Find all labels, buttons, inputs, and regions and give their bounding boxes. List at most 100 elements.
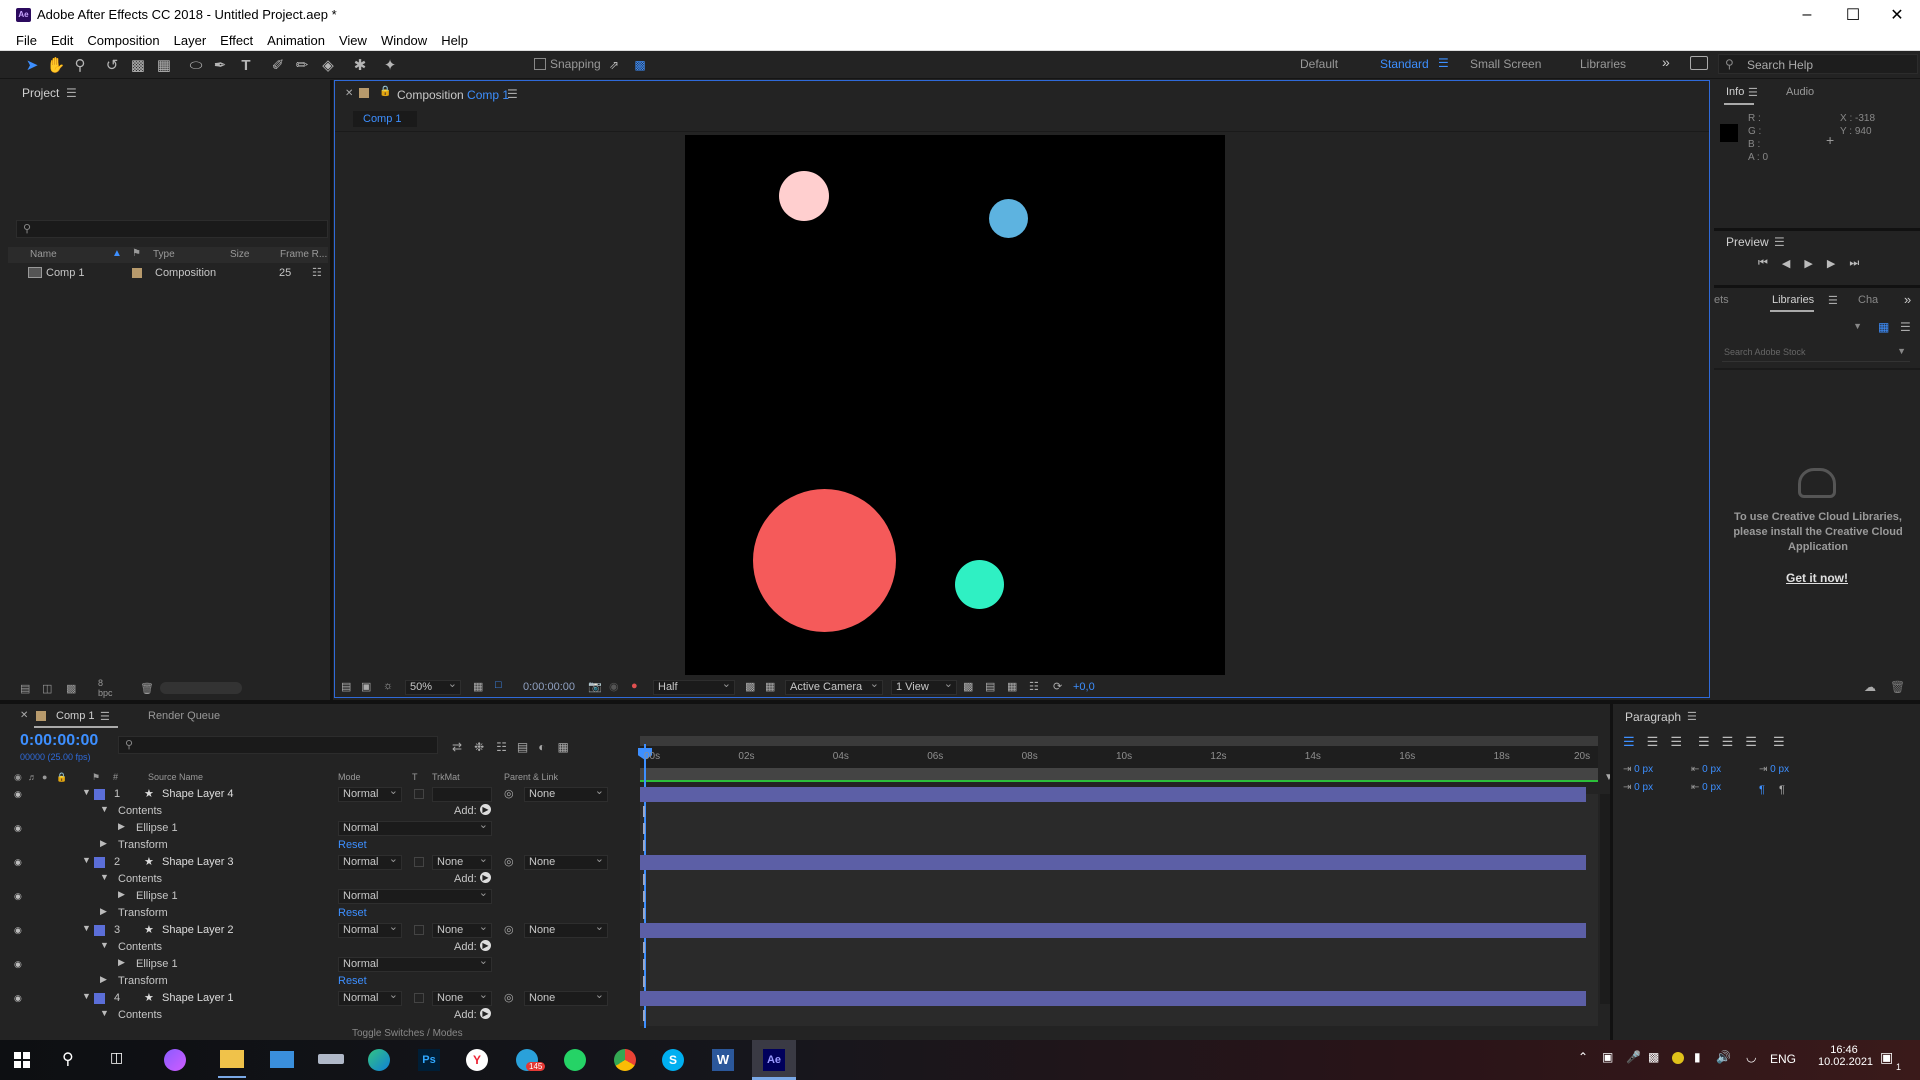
resolution-dropdown[interactable]: Half [653,678,735,695]
microphone-icon[interactable]: 🎤 [1626,1050,1641,1064]
get-it-now-link[interactable]: Get it now! [1714,571,1920,585]
first-line-indent-field[interactable]: ⇥ 0 px [1623,782,1653,793]
exposure-value[interactable]: +0,0 [1073,681,1095,693]
preserve-transparency-checkbox[interactable] [414,925,424,935]
skype-icon[interactable]: S [662,1049,684,1071]
zoom-dropdown[interactable]: 50% [405,678,461,695]
transform-row[interactable]: ▶ Transform Reset [8,837,628,854]
pen-tool-icon[interactable]: ✒ [208,53,232,77]
edge-icon[interactable] [368,1049,390,1071]
ellipse-tool-icon[interactable]: ⬭ [184,53,208,77]
preview-title[interactable]: Preview [1726,235,1769,249]
label-color-swatch[interactable] [94,857,105,868]
word-icon[interactable]: W [712,1049,734,1071]
layer-duration-bar[interactable] [640,855,1586,870]
sort-ascending-icon[interactable]: ▲ [112,248,122,259]
ellipse-row[interactable]: ◉ ▶ Ellipse 1 Normal [8,955,628,973]
trkmat-header[interactable]: TrkMat [432,772,460,782]
3d-renderer-icon[interactable]: ▤ [985,680,995,693]
menu-edit[interactable]: Edit [44,30,80,51]
brush-tool-icon[interactable]: ✐ [266,53,290,77]
views-dropdown[interactable]: 1 View [891,678,957,695]
justify-last-right-icon[interactable]: ☰ [1745,734,1757,750]
color-channels-icon[interactable]: ● [631,680,638,692]
panel-menu-icon[interactable]: ☰ [66,86,77,100]
justify-last-left-icon[interactable]: ☰ [1698,734,1710,750]
expand-triangle-icon[interactable]: ▼ [100,872,109,882]
reset-link[interactable]: Reset [338,907,367,919]
ltr-direction-icon[interactable]: ¶ [1759,784,1765,796]
maximize-icon[interactable]: ☐ [1830,0,1876,30]
flowchart-icon[interactable]: ☷ [312,266,322,279]
eye-icon[interactable]: ◉ [14,925,26,935]
whatsapp-icon[interactable] [564,1049,586,1071]
expand-triangle-icon[interactable]: ▼ [100,1008,109,1018]
photoshop-icon[interactable]: Ps [418,1049,440,1071]
blue-circle[interactable] [989,199,1028,238]
monitor-icon[interactable]: ▣ [361,680,371,693]
interpret-footage-icon[interactable]: ▤ [20,682,30,695]
region-of-interest-icon[interactable]: □ [495,679,502,691]
paragraph-title[interactable]: Paragraph [1625,710,1681,724]
layer-duration-bar[interactable] [640,923,1586,938]
transform-row[interactable]: ▶ Transform Reset [8,973,628,990]
solo-header-icon[interactable]: ● [42,772,47,782]
transparency-grid-icon[interactable]: ▦ [765,680,775,693]
layer-row[interactable]: ◉ ▼ 1 ★ Shape Layer 4 Normal ◎ None [8,785,628,803]
tab-audio[interactable]: Audio [1786,86,1814,98]
workspace-libraries[interactable]: Libraries [1580,57,1626,71]
language-indicator[interactable]: ENG [1770,1052,1796,1066]
t-header[interactable]: T [412,772,418,782]
composition-tab[interactable]: Composition Comp 1 [397,88,509,102]
add-menu-icon[interactable]: ▶ [480,1008,491,1019]
new-composition-icon[interactable]: ▩ [66,682,76,695]
collapse-triangle-icon[interactable]: ▶ [118,957,125,968]
render-queue-tab[interactable]: Render Queue [148,710,220,722]
mode-dropdown[interactable]: Normal [338,921,402,938]
preserve-transparency-checkbox[interactable] [414,789,424,799]
snap-features-icon[interactable]: ▩ [628,53,652,77]
blend-mode-dropdown[interactable]: Normal [338,819,492,836]
menu-view[interactable]: View [332,30,374,51]
menu-composition[interactable]: Composition [80,30,166,51]
grid-view-icon[interactable]: ▦ [1878,320,1889,334]
timeline-icon[interactable]: ▦ [1007,680,1017,693]
column-type[interactable]: Type [153,249,175,260]
layer-row[interactable]: ◉ ▼ 4 ★ Shape Layer 1 Normal None ◎ None [8,989,628,1007]
eye-icon[interactable]: ◉ [14,857,26,867]
layer-row[interactable]: ◉ ▼ 2 ★ Shape Layer 3 Normal None ◎ None [8,853,628,871]
library-select[interactable]: ▼ [1722,320,1862,336]
snap-edges-icon[interactable]: ⇗ [602,53,626,77]
red-circle[interactable] [753,489,896,632]
close-panel-icon[interactable]: ✕ [20,710,28,721]
blend-mode-dropdown[interactable]: Normal [338,955,492,972]
ellipse-label[interactable]: Ellipse 1 [136,890,178,902]
comp-subtab[interactable]: Comp 1 [353,111,417,127]
source-name-header[interactable]: Source Name [148,772,203,782]
expand-triangle-icon[interactable]: ▼ [82,855,91,865]
menu-file[interactable]: File [0,30,44,51]
contents-row[interactable]: ▼ Contents Add: ▶ [8,1007,628,1024]
collapse-triangle-icon[interactable]: ▶ [118,821,125,832]
ellipse-row[interactable]: ◉ ▶ Ellipse 1 Normal [8,819,628,837]
flowchart-icon[interactable]: ☷ [1029,680,1039,693]
panel-menu-icon[interactable]: ☰ [1748,86,1758,99]
collapse-triangle-icon[interactable]: ▶ [100,906,107,917]
tab-character[interactable]: Cha [1858,294,1878,306]
expand-triangle-icon[interactable]: ▼ [82,923,91,933]
menu-help[interactable]: Help [434,30,475,51]
transform-row[interactable]: ▶ Transform Reset [8,905,628,922]
clock[interactable]: 16:46 10.02.2021 [1818,1044,1873,1068]
column-frame-rate[interactable]: Frame R... [280,249,327,260]
tab-effects-presets[interactable]: ets [1714,294,1729,306]
snapshot-icon[interactable]: 📷 [588,680,602,693]
comp-viewer-canvas[interactable] [685,135,1225,675]
after-effects-icon[interactable]: Ae [763,1049,785,1071]
indent-left-field[interactable]: ⇥ 0 px [1623,764,1653,775]
notifications-icon[interactable]: ▣ [1880,1049,1893,1066]
type-tool-icon[interactable]: T [234,53,258,77]
trkmat-dropdown[interactable]: None [432,921,492,938]
comp-timecode[interactable]: 0:00:00:00 [523,681,575,693]
workspace-small-screen[interactable]: Small Screen [1470,57,1541,71]
pickwhip-icon[interactable]: ◎ [504,787,514,800]
